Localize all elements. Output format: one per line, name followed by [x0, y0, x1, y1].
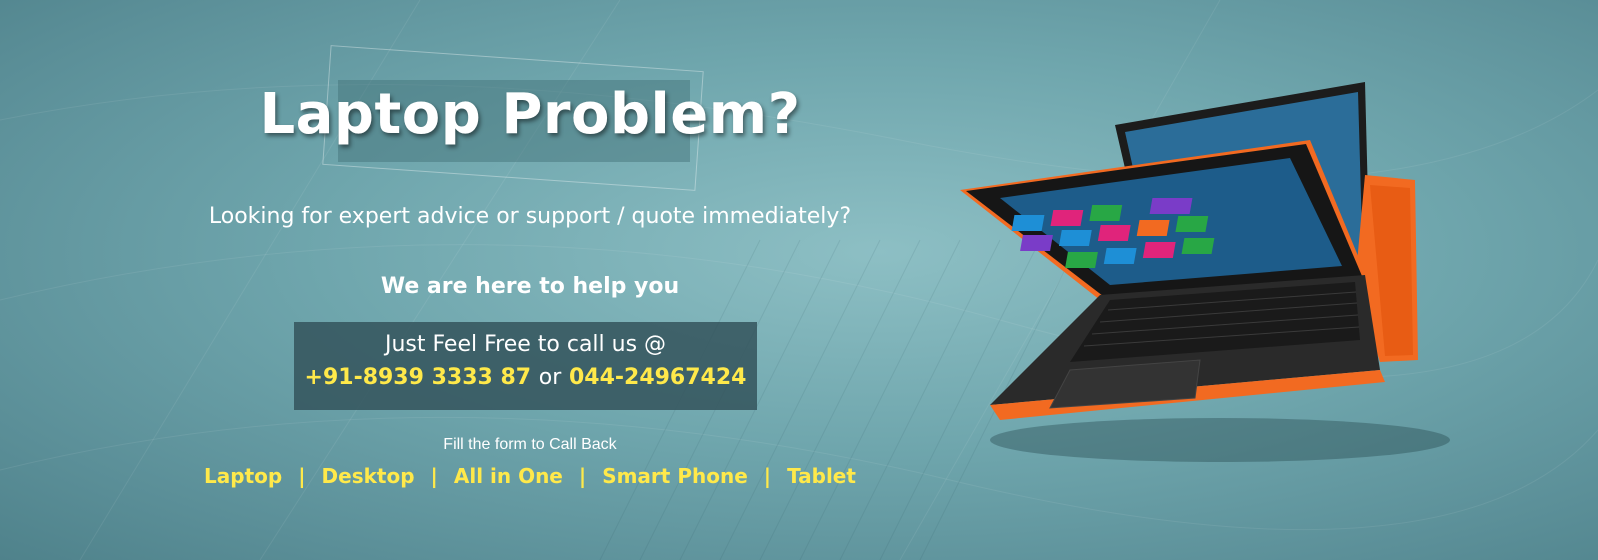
category-links: Laptop | Desktop | All in One | Smart Phone | Ta…: [0, 464, 1060, 488]
category-desktop[interactable]: Desktop: [322, 464, 415, 488]
phone-number-mobile[interactable]: +91-8939 3333 87: [305, 365, 532, 390]
call-box: Just Feel Free to call us @ +91-8939 333…: [294, 322, 757, 410]
separator: |: [578, 464, 587, 488]
phone-numbers: +91-8939 3333 87 or 044-24967424: [294, 365, 757, 390]
category-smart-phone[interactable]: Smart Phone: [602, 464, 748, 488]
or-text: or: [538, 365, 562, 390]
separator: |: [298, 464, 306, 488]
form-hint: Fill the form to Call Back: [443, 436, 617, 453]
category-tablet[interactable]: Tablet: [787, 464, 856, 488]
separator: |: [430, 464, 438, 488]
laptop-icon: [960, 82, 1450, 462]
page-title: Laptop Problem?: [259, 82, 801, 147]
help-text: We are here to help you: [380, 274, 680, 299]
category-laptop[interactable]: Laptop: [204, 464, 282, 488]
phone-number-landline[interactable]: 044-24967424: [569, 365, 747, 390]
call-prompt: Just Feel Free to call us @: [384, 332, 667, 357]
hero-banner: Laptop Problem? Looking for expert advic…: [0, 0, 1598, 560]
separator: |: [763, 464, 772, 488]
category-all-in-one[interactable]: All in One: [454, 464, 563, 488]
subtitle: Looking for expert advice or support / q…: [208, 204, 852, 229]
